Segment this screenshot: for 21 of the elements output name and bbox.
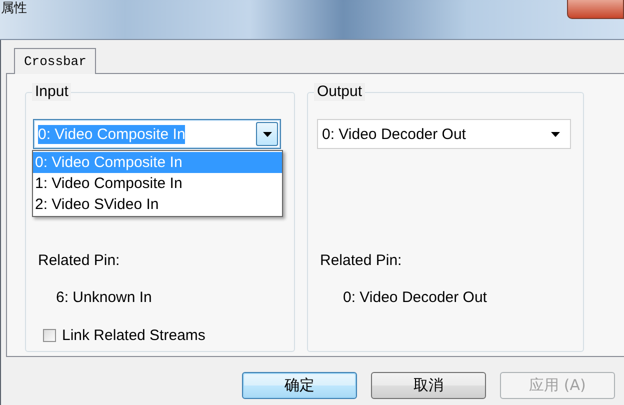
dialog-button[interactable]: 确定 — [242, 372, 357, 399]
related-pin-value: 6: Unknown In — [56, 289, 152, 306]
tab[interactable]: Crossbar — [14, 48, 96, 74]
dropdown-option[interactable]: 2: Video SVideo In — [33, 194, 282, 215]
combo-box[interactable]: 0: Video Decoder Out — [317, 119, 571, 149]
window-title: 属性 — [0, 0, 27, 17]
caret-icon — [551, 132, 560, 136]
dialog-button[interactable]: 取消 — [371, 372, 486, 399]
related-pin-value: 0: Video Decoder Out — [343, 289, 487, 306]
combo-value: 0: Video Composite In — [38, 124, 186, 144]
close-button[interactable] — [567, 0, 624, 19]
caret-icon — [262, 132, 272, 136]
checkbox-label[interactable]: Link Related Streams — [62, 326, 206, 344]
group-title: Input — [32, 83, 72, 101]
related-pin-label: Related Pin: — [38, 252, 120, 269]
group-title: Output — [314, 83, 366, 101]
checkbox[interactable] — [43, 328, 56, 342]
combo-value: 0: Video Decoder Out — [322, 126, 466, 142]
dropdown-button[interactable] — [256, 122, 278, 146]
related-pin-label: Related Pin: — [320, 252, 402, 269]
dropdown-option[interactable]: 1: Video Composite In — [33, 173, 282, 194]
